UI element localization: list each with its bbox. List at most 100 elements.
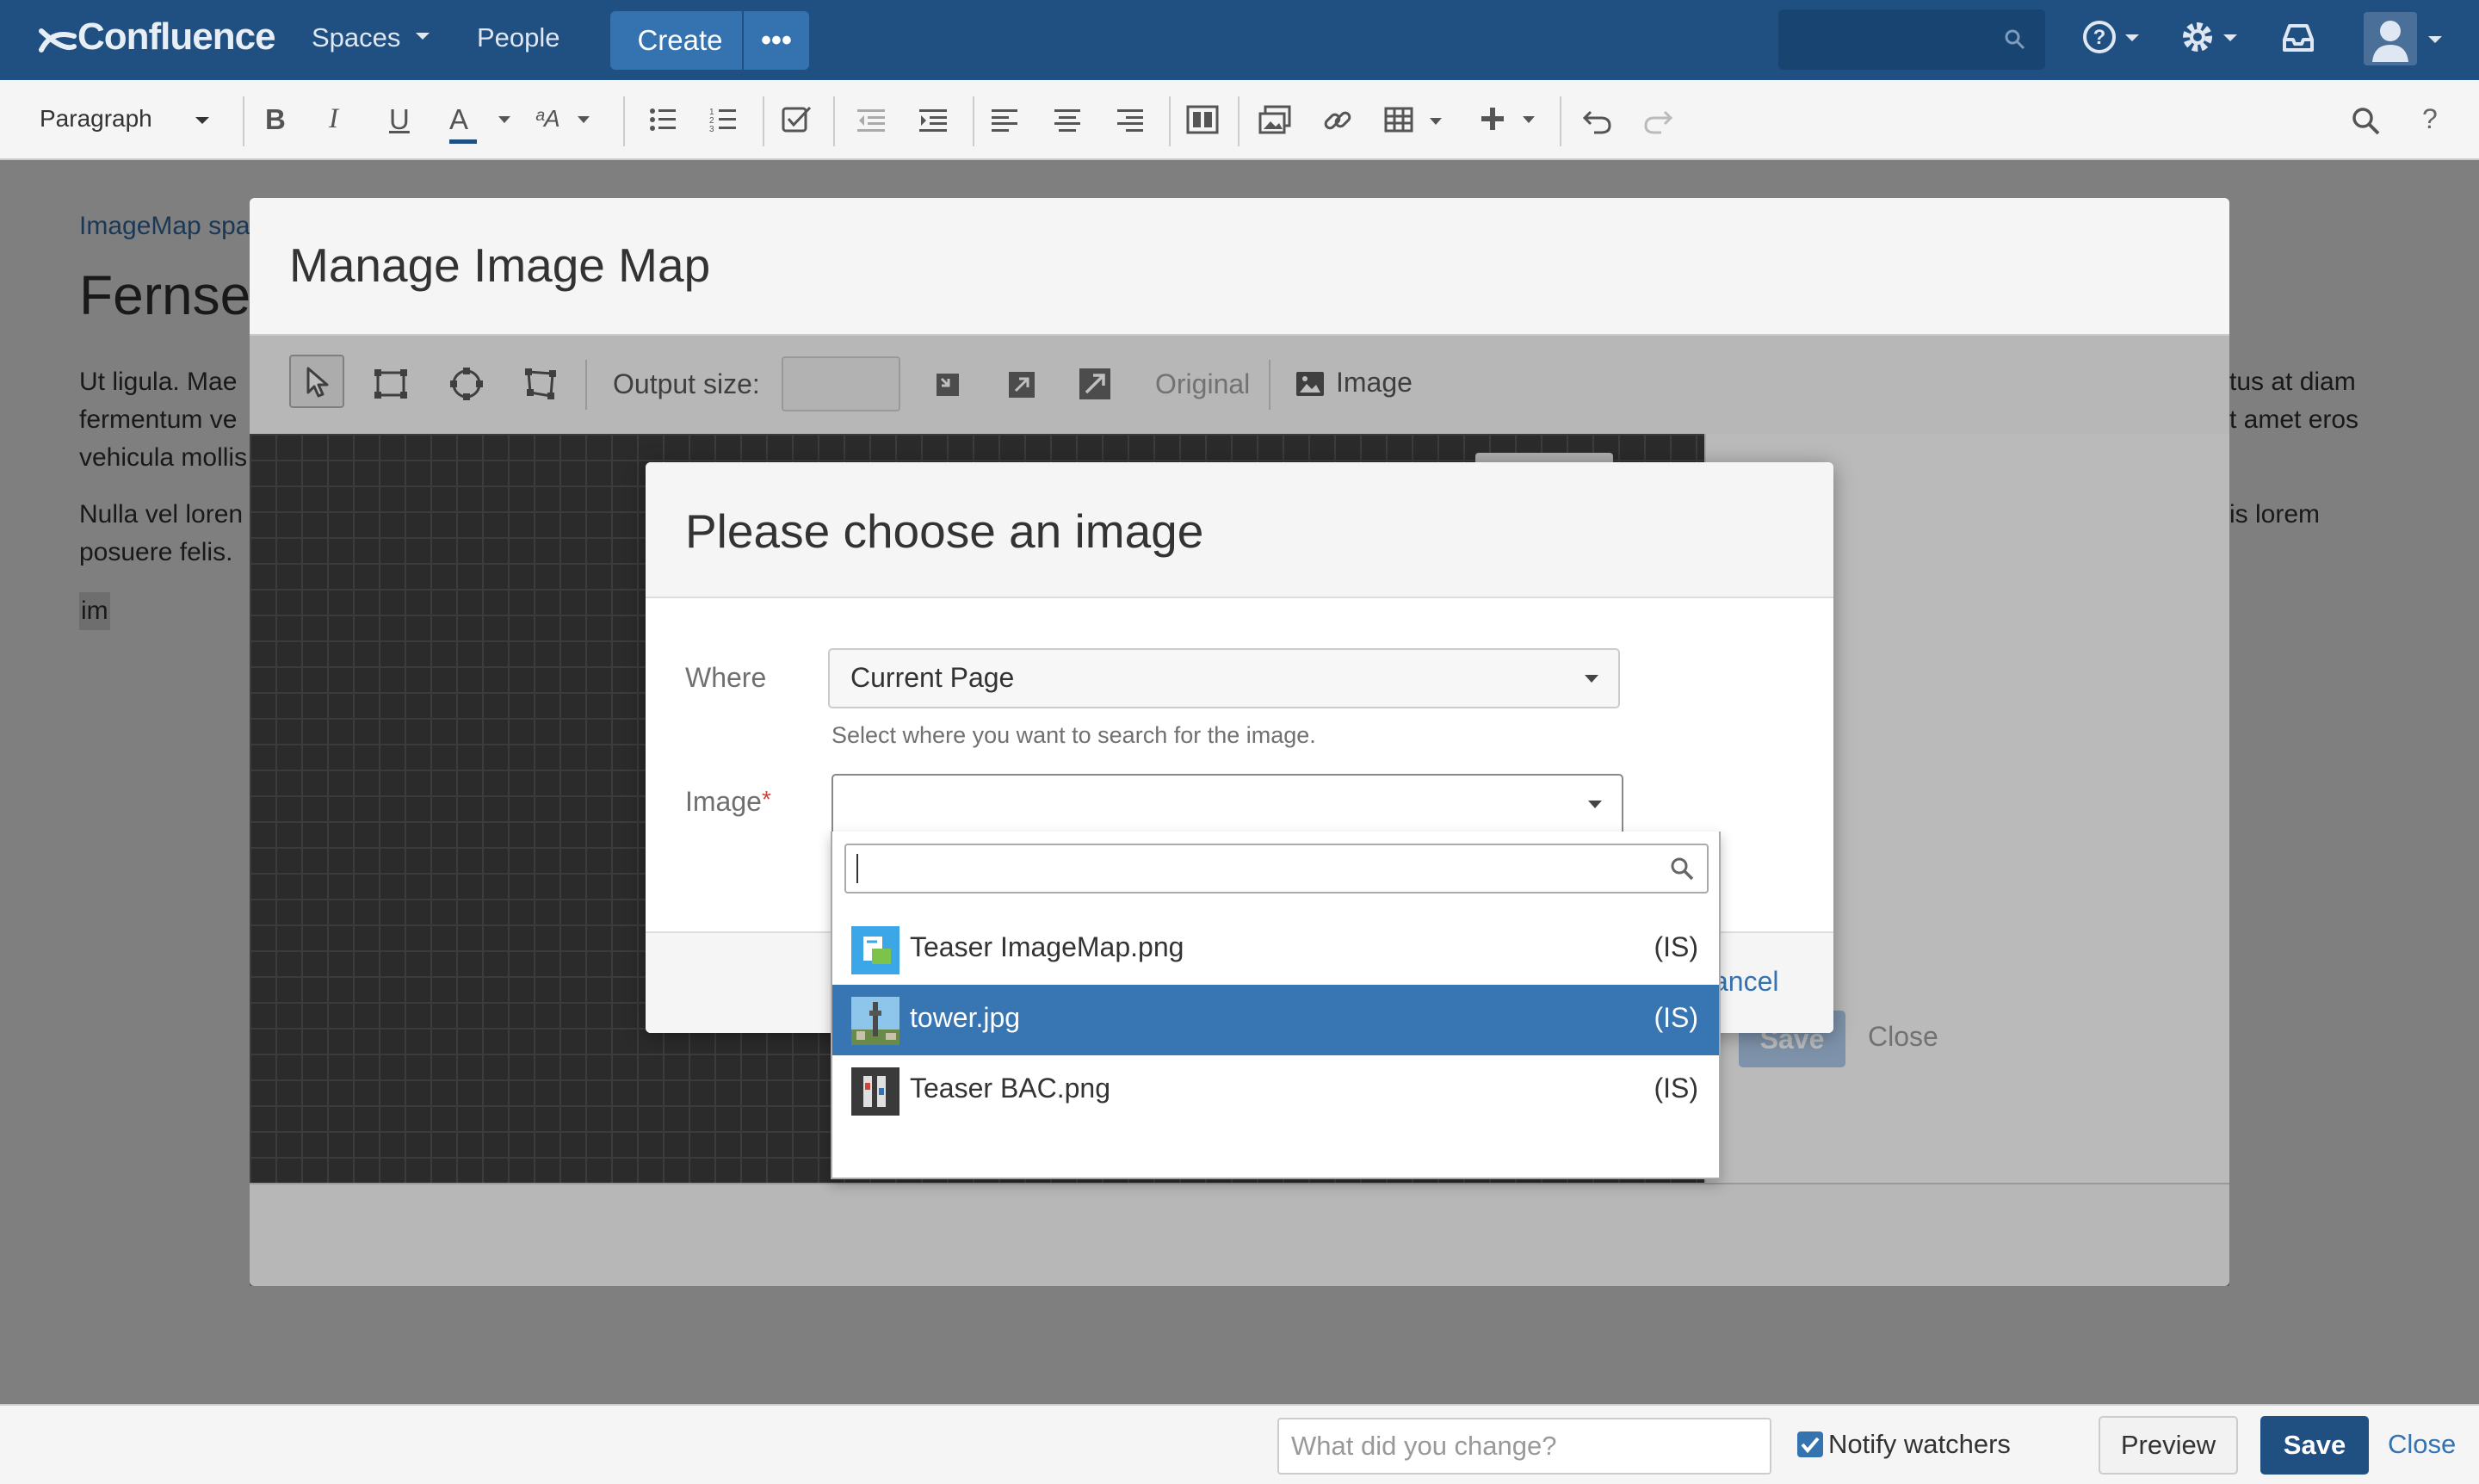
create-more-button[interactable]: •••: [742, 11, 809, 70]
chevron-down-icon: [195, 115, 210, 126]
list-item[interactable]: tower.jpg (IS): [832, 985, 1719, 1055]
toolbar-divider: [1169, 96, 1171, 146]
search-icon: [1669, 856, 1695, 881]
top-navigation-bar: Confluence Spaces People Create ••• ?: [0, 0, 2479, 80]
chevron-down-icon: [1429, 117, 1443, 126]
insert-image-icon[interactable]: [1258, 105, 1291, 134]
chevron-down-icon: [577, 115, 590, 124]
toolbar-divider: [1238, 96, 1240, 146]
undo-icon[interactable]: [1582, 107, 1613, 134]
table-icon: [1384, 107, 1413, 133]
preview-button[interactable]: Preview: [2099, 1416, 2238, 1475]
chevron-down-icon: [1522, 115, 1536, 124]
text-cursor: [856, 854, 858, 883]
list-item[interactable]: Teaser BAC.png (IS): [832, 1055, 1719, 1126]
confluence-logo-icon: [38, 21, 77, 60]
change-comment-input[interactable]: [1277, 1418, 1771, 1475]
dialog-title: Please choose an image: [685, 504, 1204, 558]
editor-toolbar: [0, 80, 2479, 160]
tower-thumbnail: [851, 997, 899, 1045]
dialog-header: Please choose an image: [646, 462, 1833, 598]
create-button[interactable]: Create: [610, 11, 750, 70]
notify-watchers-label[interactable]: Notify watchers: [1828, 1429, 2011, 1460]
paragraph-style-dropdown[interactable]: Paragraph: [40, 105, 209, 133]
text-color-swatch: [449, 139, 477, 144]
item-space-tag: (IS): [1654, 1073, 1698, 1104]
item-space-tag: (IS): [1654, 1002, 1698, 1033]
toolbar-divider: [763, 96, 764, 146]
help-icon: ?: [2081, 19, 2117, 55]
toolbar-divider: [973, 96, 974, 146]
notifications-tray-icon[interactable]: [2281, 22, 2315, 53]
close-link[interactable]: Close: [2388, 1429, 2456, 1460]
gear-icon: [2179, 19, 2216, 55]
svg-text:3: 3: [709, 125, 714, 133]
item-name: tower.jpg: [910, 1002, 1021, 1033]
checkmark-icon: [1801, 1437, 1820, 1454]
required-marker: *: [761, 786, 771, 813]
toolbar-divider: [1560, 96, 1561, 146]
editor-help-icon[interactable]: ?: [2422, 103, 2438, 135]
toolbar-divider: [833, 96, 835, 146]
where-select-value: Current Page: [850, 662, 1015, 693]
text-color-button[interactable]: A: [449, 103, 510, 144]
numbered-list-icon[interactable]: 123: [709, 107, 737, 133]
bullet-list-icon[interactable]: [649, 107, 677, 133]
where-hint: Select where you want to search for the …: [831, 722, 1316, 748]
chevron-down-icon: [1587, 800, 1603, 810]
chevron-down-icon: [2427, 34, 2443, 45]
indent-icon[interactable]: [919, 108, 947, 133]
insert-more-button[interactable]: [1479, 105, 1535, 133]
item-space-tag: (IS): [1654, 931, 1698, 962]
list-item[interactable]: Teaser ImageMap.png (IS): [832, 914, 1719, 985]
image-select[interactable]: [831, 774, 1623, 834]
paragraph-style-label: Paragraph: [40, 105, 152, 132]
chevron-down-icon: [1584, 674, 1599, 684]
align-right-icon[interactable]: [1116, 108, 1143, 133]
bold-icon[interactable]: B: [265, 103, 286, 136]
teaser-bac-thumbnail: [851, 1067, 899, 1116]
global-search-input[interactable]: [1778, 9, 2045, 70]
underline-icon[interactable]: U: [389, 103, 410, 136]
where-select[interactable]: Current Page: [828, 648, 1620, 708]
outdent-icon[interactable]: [857, 108, 885, 133]
toolbar-divider: [623, 96, 625, 146]
help-menu[interactable]: ?: [2081, 19, 2139, 55]
nav-spaces-label: Spaces: [312, 22, 401, 53]
logo-text: Confluence: [77, 15, 276, 58]
find-replace-icon[interactable]: [2352, 107, 2381, 136]
settings-menu[interactable]: [2179, 19, 2237, 55]
toolbar-divider: [243, 96, 244, 146]
align-center-icon[interactable]: [1054, 108, 1081, 133]
where-label: Where: [685, 662, 767, 693]
dropdown-search-input[interactable]: [844, 844, 1709, 893]
teaser-imagemap-thumbnail: [851, 926, 899, 974]
dialog-header: Manage Image Map: [250, 198, 2229, 336]
chevron-down-icon: [498, 115, 511, 124]
insert-link-icon[interactable]: [1322, 105, 1353, 136]
nav-spaces-menu[interactable]: Spaces: [312, 22, 430, 53]
italic-icon[interactable]: I: [329, 103, 338, 135]
chevron-down-icon: [415, 31, 430, 41]
save-button[interactable]: Save: [2260, 1416, 2369, 1475]
cancel-link[interactable]: ancel: [1713, 966, 1779, 998]
page-layout-icon[interactable]: [1186, 105, 1219, 134]
chevron-down-icon: [2124, 33, 2140, 43]
image-dropdown-list: Teaser ImageMap.png (IS) tower.jpg (IS) …: [831, 832, 1721, 1179]
align-left-icon[interactable]: [992, 108, 1019, 133]
dialog-title: Manage Image Map: [289, 238, 711, 292]
text-format-icon: ᵃA: [535, 105, 560, 132]
svg-text:?: ?: [2093, 26, 2106, 49]
plus-icon: [1479, 105, 1506, 133]
chevron-down-icon: [2222, 33, 2238, 43]
image-field-label: Image*: [685, 786, 771, 818]
search-icon: [2004, 28, 2026, 51]
notify-watchers-checkbox[interactable]: [1797, 1431, 1823, 1457]
redo-icon[interactable]: [1642, 107, 1673, 134]
item-name: Teaser BAC.png: [910, 1073, 1111, 1104]
avatar: [2364, 12, 2417, 65]
text-format-button[interactable]: ᵃA: [535, 105, 590, 133]
insert-table-button[interactable]: [1384, 107, 1442, 133]
task-list-icon[interactable]: [782, 105, 813, 134]
nav-people-link[interactable]: People: [477, 22, 560, 53]
